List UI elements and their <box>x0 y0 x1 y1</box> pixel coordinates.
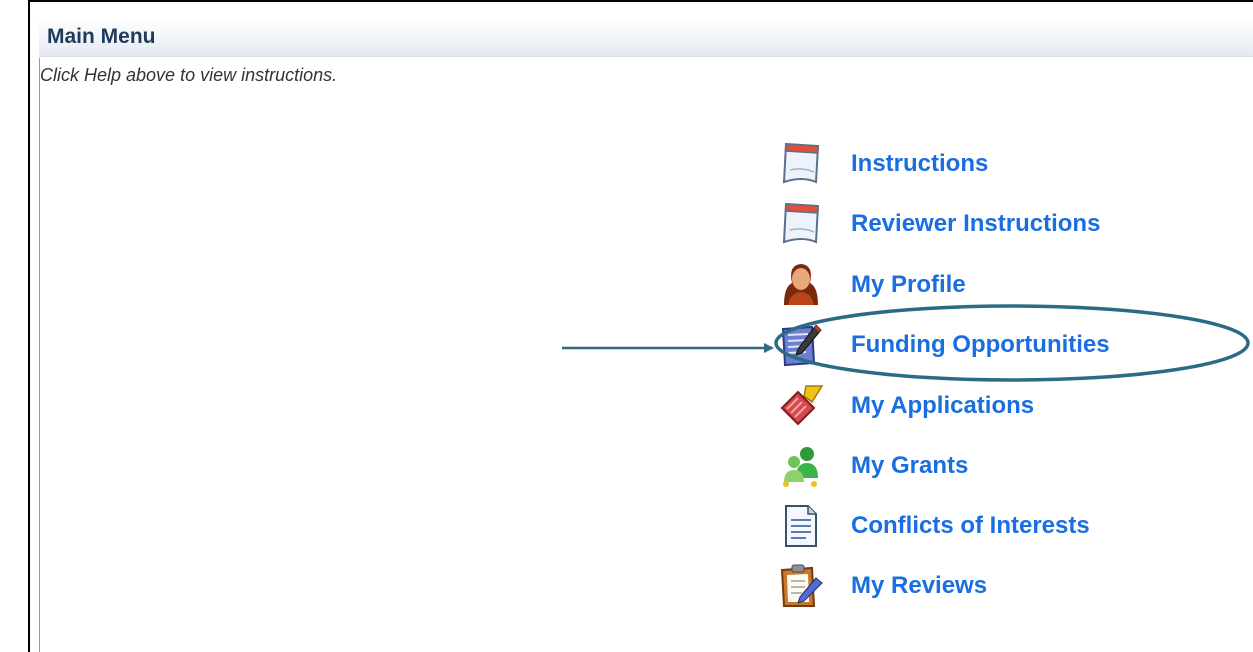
menu-item-conflicts-of-interests[interactable]: Conflicts of Interests <box>778 498 1218 554</box>
menu-item-funding-opportunities[interactable]: Funding Opportunities <box>778 317 1218 373</box>
menu-label-funding-opportunities[interactable]: Funding Opportunities <box>851 331 1110 359</box>
help-instructions-text: Click Help above to view instructions. <box>40 65 338 85</box>
menu-item-my-grants[interactable]: My Grants <box>778 438 1218 494</box>
menu-item-my-applications[interactable]: My Applications <box>778 378 1218 434</box>
calendar-page-icon[interactable] <box>778 140 824 186</box>
menu-item-my-profile[interactable]: My Profile <box>778 257 1218 313</box>
menu-label-instructions[interactable]: Instructions <box>851 150 988 178</box>
menu-label-my-reviews[interactable]: My Reviews <box>851 572 987 600</box>
clipboard-pencil-icon[interactable] <box>778 562 824 608</box>
main-menu-header: Main Menu <box>39 18 1253 57</box>
menu-item-reviewer-instructions[interactable]: Reviewer Instructions <box>778 196 1218 252</box>
users-group-icon[interactable] <box>778 442 824 488</box>
notepad-pencil-icon[interactable] <box>778 321 824 367</box>
person-icon[interactable] <box>778 261 824 307</box>
menu-label-my-profile[interactable]: My Profile <box>851 271 966 299</box>
menu-label-conflicts-of-interests[interactable]: Conflicts of Interests <box>851 512 1090 540</box>
eraser-broom-icon[interactable] <box>778 382 824 428</box>
document-icon[interactable] <box>778 502 824 548</box>
menu-label-my-applications[interactable]: My Applications <box>851 392 1034 420</box>
menu-label-reviewer-instructions[interactable]: Reviewer Instructions <box>851 210 1100 238</box>
menu-item-my-reviews[interactable]: My Reviews <box>778 558 1218 614</box>
calendar-page-icon[interactable] <box>778 200 824 246</box>
main-menu-title: Main Menu <box>47 25 156 48</box>
menu-label-my-grants[interactable]: My Grants <box>851 452 968 480</box>
panel-divider <box>39 58 40 652</box>
menu-item-instructions[interactable]: Instructions <box>778 136 1218 192</box>
